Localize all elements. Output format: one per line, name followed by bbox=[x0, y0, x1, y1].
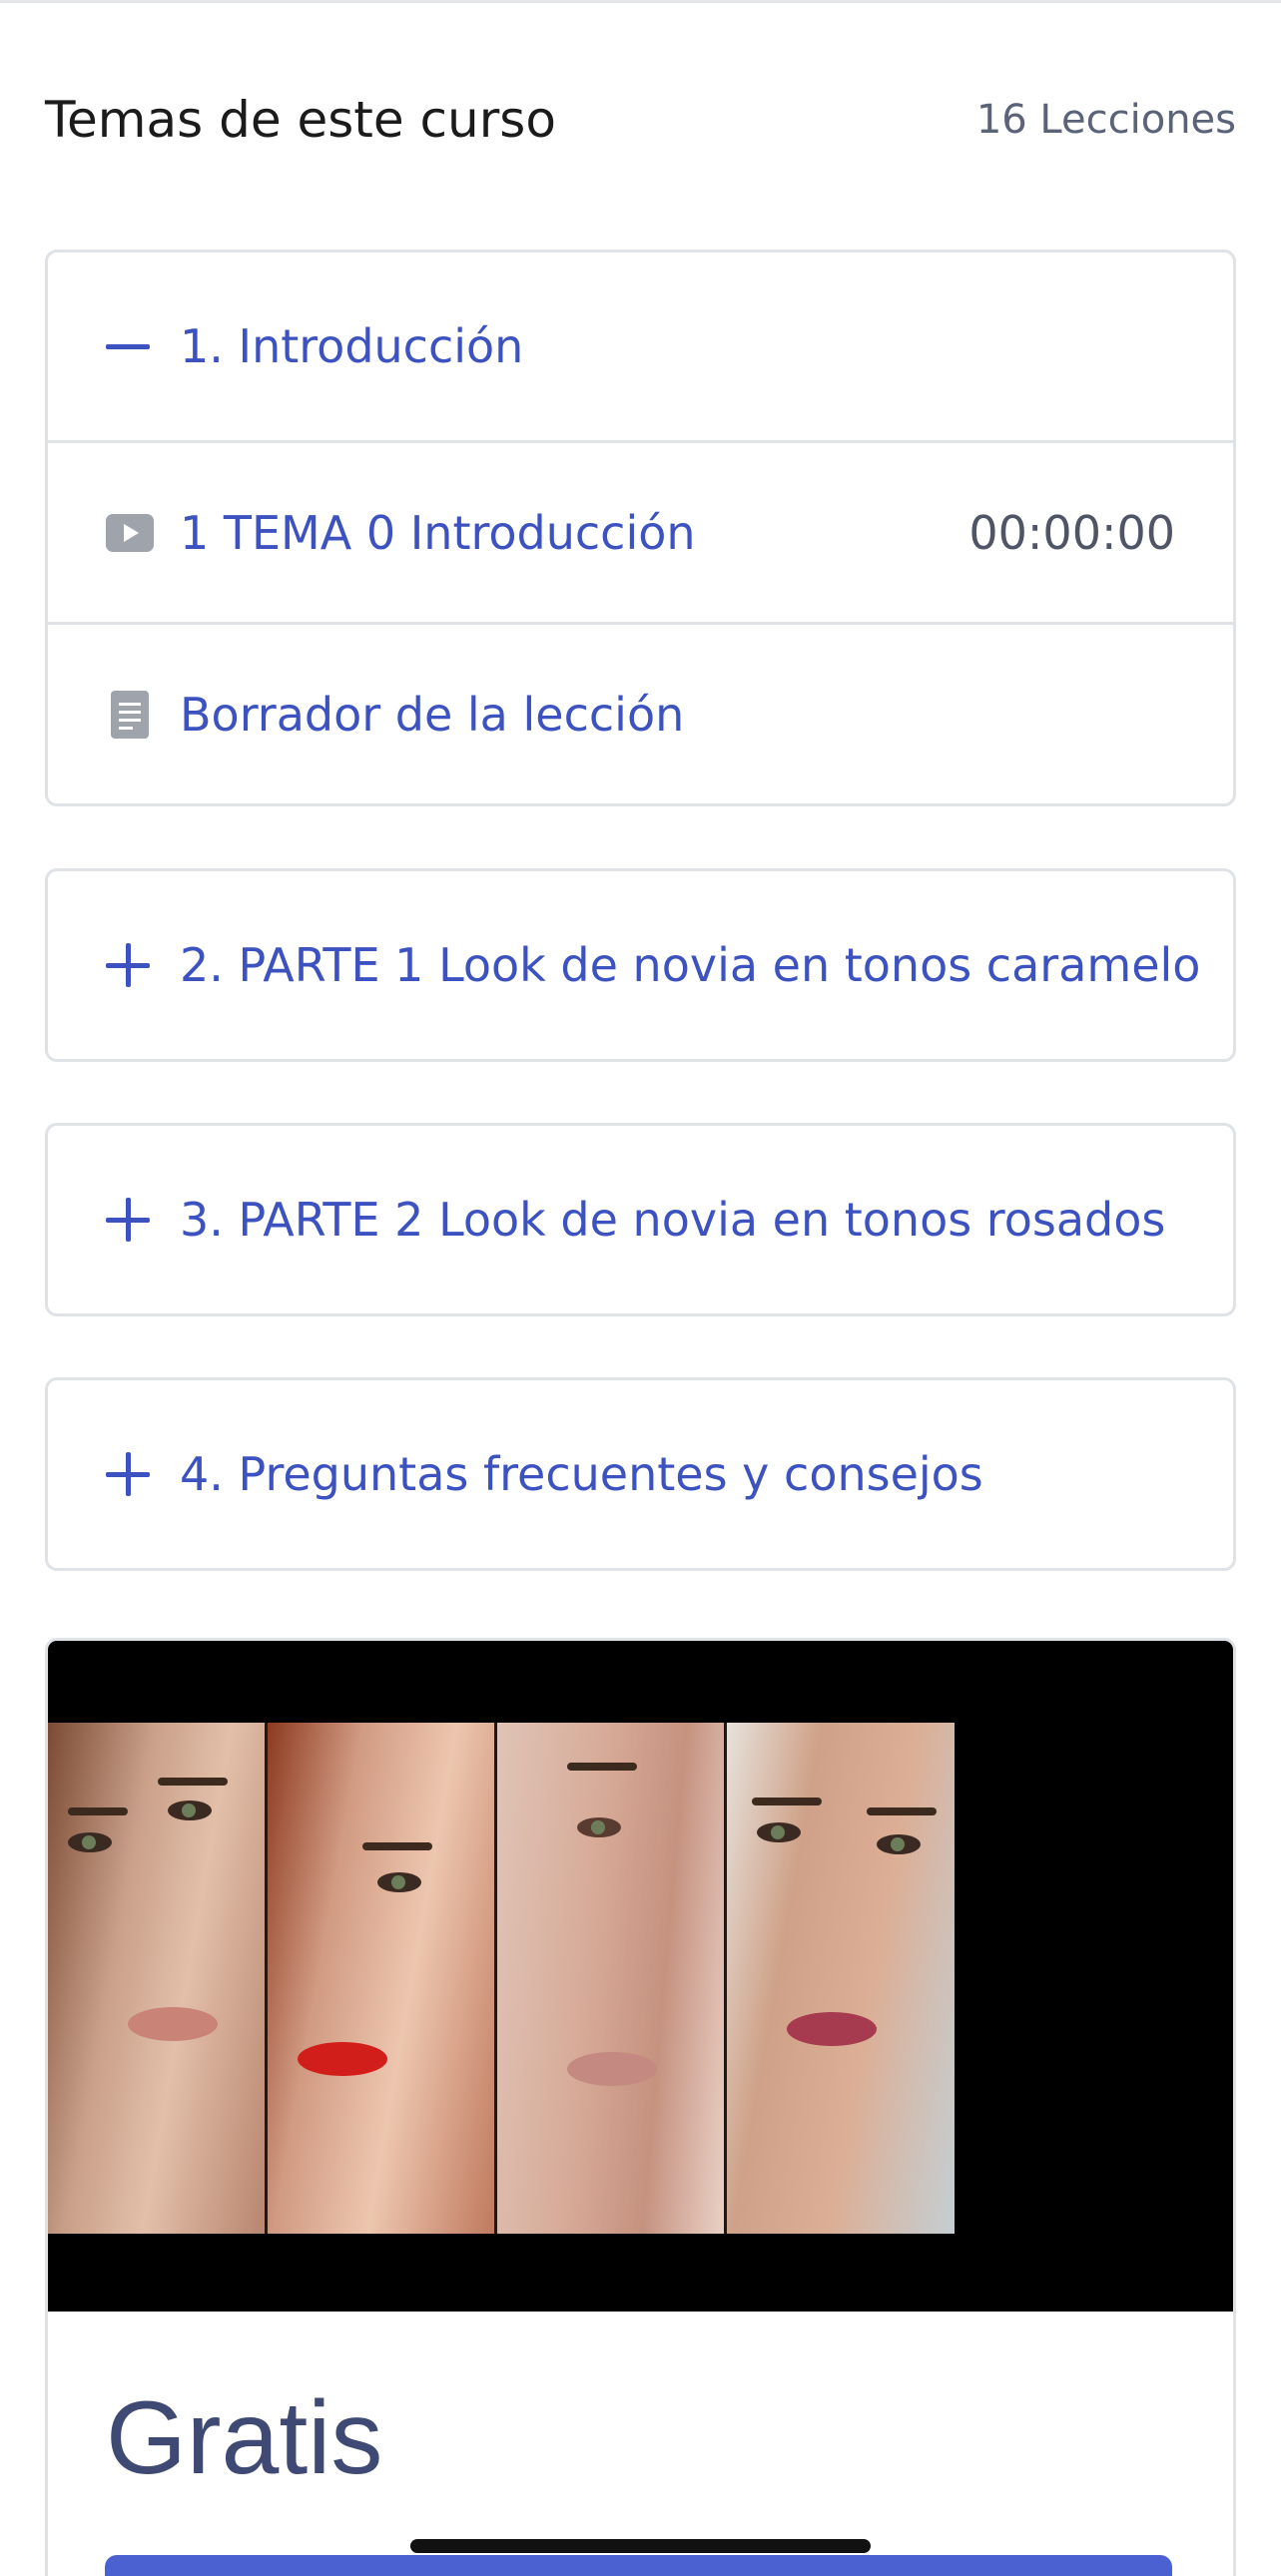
makeup-photo-3 bbox=[497, 1723, 727, 2234]
lesson-row-video[interactable]: 1 TEMA 0 Introducción 00:00:00 bbox=[48, 440, 1233, 622]
section-3-header[interactable]: 3. PARTE 2 Look de novia en tonos rosado… bbox=[48, 1126, 1233, 1313]
lesson-title: Borrador de la lección bbox=[180, 687, 685, 742]
collapse-minus-icon bbox=[106, 343, 180, 349]
home-indicator bbox=[410, 2539, 871, 2553]
section-1-card: 1. Introducción 1 TEMA 0 Introducción 00… bbox=[45, 250, 1236, 806]
section-2-header[interactable]: 2. PARTE 1 Look de novia en tonos carame… bbox=[48, 871, 1233, 1059]
section-1-header[interactable]: 1. Introducción bbox=[48, 253, 1233, 440]
course-price: Gratis bbox=[106, 2380, 383, 2496]
makeup-photo-1 bbox=[48, 1723, 268, 2234]
course-page: Temas de este curso 16 Lecciones 1. Intr… bbox=[0, 0, 1281, 2576]
lesson-row-document[interactable]: Borrador de la lección bbox=[48, 622, 1233, 803]
expand-plus-icon bbox=[106, 1198, 180, 1242]
lesson-duration: 00:00:00 bbox=[968, 505, 1175, 560]
section-title: 2. PARTE 1 Look de novia en tonos carame… bbox=[180, 938, 1201, 992]
page-title: Temas de este curso bbox=[45, 91, 556, 149]
expand-plus-icon bbox=[106, 943, 180, 987]
course-topics-header: Temas de este curso 16 Lecciones bbox=[45, 80, 1236, 160]
course-cover-image bbox=[48, 1641, 1233, 2312]
section-title: 4. Preguntas frecuentes y consejos bbox=[180, 1447, 983, 1501]
section-4-header[interactable]: 4. Preguntas frecuentes y consejos bbox=[48, 1380, 1233, 1568]
document-icon bbox=[106, 690, 180, 739]
makeup-photo-4 bbox=[727, 1723, 955, 2234]
section-title: 1. Introducción bbox=[180, 319, 524, 373]
section-3-card: 3. PARTE 2 Look de novia en tonos rosado… bbox=[45, 1123, 1236, 1316]
section-4-card: 4. Preguntas frecuentes y consejos bbox=[45, 1377, 1236, 1571]
lesson-title: 1 TEMA 0 Introducción bbox=[180, 505, 696, 560]
lesson-count: 16 Lecciones bbox=[975, 97, 1236, 143]
enroll-button[interactable] bbox=[105, 2555, 1172, 2576]
play-icon bbox=[106, 513, 180, 552]
course-promo-card: Gratis bbox=[45, 1638, 1236, 2576]
section-2-card: 2. PARTE 1 Look de novia en tonos carame… bbox=[45, 868, 1236, 1062]
expand-plus-icon bbox=[106, 1452, 180, 1496]
section-title: 3. PARTE 2 Look de novia en tonos rosado… bbox=[180, 1193, 1166, 1247]
makeup-photo-2 bbox=[268, 1723, 497, 2234]
top-divider bbox=[0, 0, 1281, 3]
